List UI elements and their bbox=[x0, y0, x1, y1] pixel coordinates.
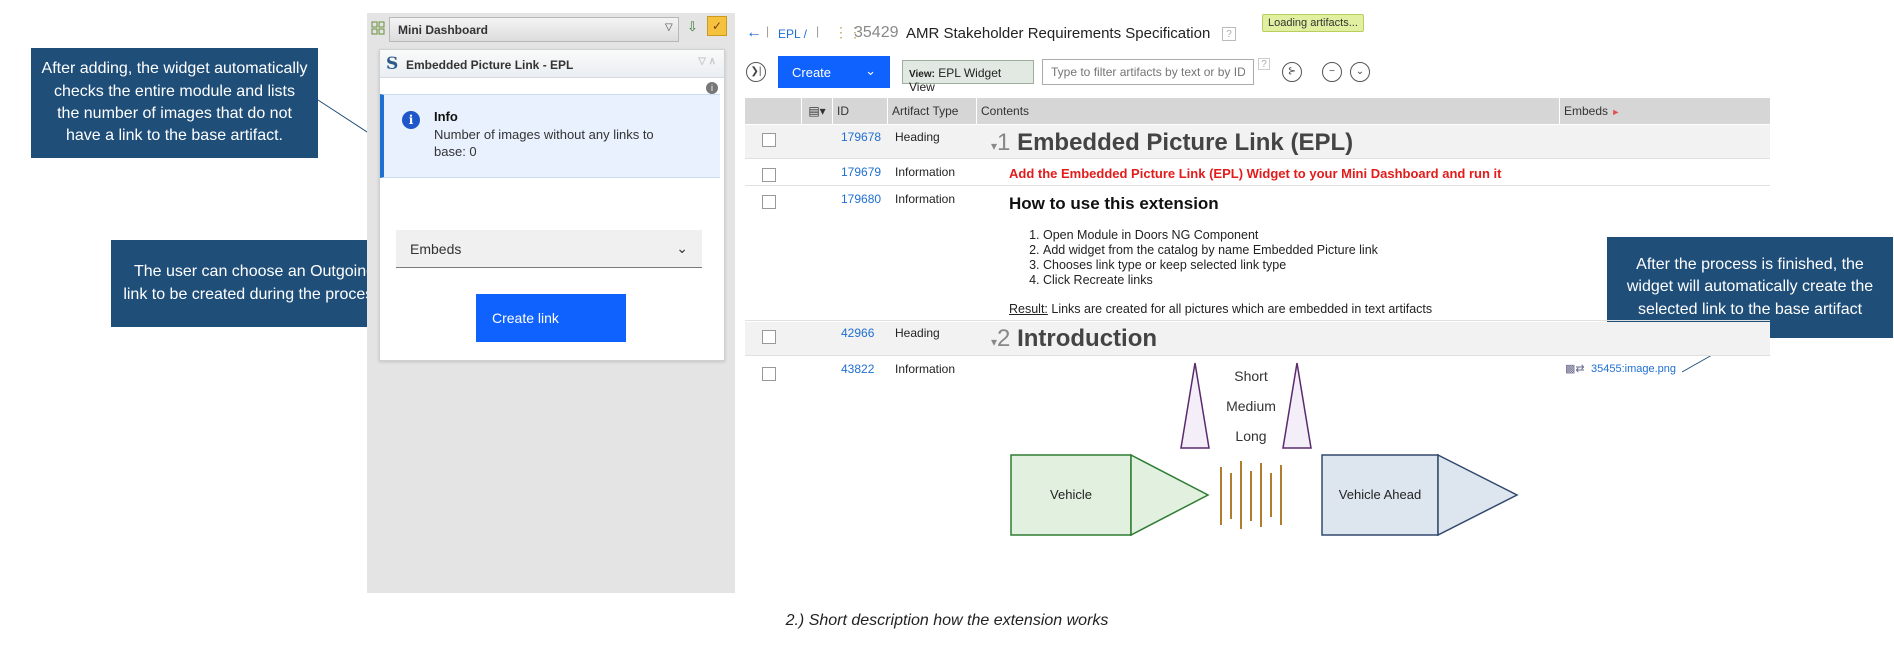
widget-controls-icon[interactable]: ▽ ∧ bbox=[698, 56, 716, 67]
col-header-embeds[interactable]: Embeds ► bbox=[1560, 98, 1770, 124]
row-heading: ▾1 Embedded Picture Link (EPL) bbox=[991, 129, 1354, 156]
grid-header-select bbox=[745, 98, 801, 124]
howto-result: Result: Links are created for all pictur… bbox=[1009, 302, 1433, 316]
collapse-panel-icon[interactable]: ❯| bbox=[746, 62, 766, 82]
radar-waves bbox=[1220, 461, 1282, 529]
link-type-dropdown[interactable]: Embeds ⌄ bbox=[396, 230, 702, 268]
row-type: Information bbox=[895, 192, 956, 206]
info-notification: i Info Number of images without any link… bbox=[380, 94, 720, 178]
row-checkbox[interactable] bbox=[762, 330, 776, 344]
col-header-id[interactable]: ID bbox=[833, 98, 887, 124]
list-item: Open Module in Doors NG Component bbox=[1043, 228, 1378, 243]
row-checkbox[interactable] bbox=[762, 133, 776, 147]
row-id[interactable]: 179679 bbox=[841, 165, 881, 179]
callout-link-choice: The user can choose an Outgoing link to … bbox=[111, 240, 398, 327]
divider: | bbox=[766, 24, 770, 38]
view-selector[interactable]: View: EPL Widget View bbox=[902, 60, 1034, 94]
link-type-value: Embeds bbox=[410, 241, 462, 257]
row-checkbox[interactable] bbox=[762, 195, 776, 209]
row-type: Heading bbox=[895, 326, 940, 340]
dashboard-grid-icon bbox=[371, 21, 385, 35]
view-prefix: View: bbox=[909, 69, 935, 80]
filter-input[interactable] bbox=[1042, 59, 1254, 85]
back-arrow-icon[interactable]: ← bbox=[746, 24, 762, 42]
info-icon: i bbox=[402, 111, 420, 129]
create-button[interactable]: Create ⌄ bbox=[778, 56, 890, 88]
chevron-down-icon: ⌄ bbox=[865, 63, 876, 78]
widget-info-icon[interactable]: i bbox=[706, 82, 718, 94]
row-id[interactable]: 43822 bbox=[841, 362, 874, 376]
callout-widget-check: After adding, the widget automatically c… bbox=[31, 48, 318, 158]
save-icon[interactable]: ⇩ bbox=[687, 19, 698, 35]
col-header-contents[interactable]: Contents bbox=[977, 98, 1559, 124]
help-icon[interactable]: ? bbox=[1222, 27, 1236, 41]
embed-link[interactable]: 35455:image.png bbox=[1591, 363, 1676, 375]
create-link-button[interactable]: Create link bbox=[476, 294, 626, 342]
info-text: Number of images without any links to ba… bbox=[434, 127, 654, 159]
collapse-all-icon[interactable]: − bbox=[1322, 62, 1342, 82]
sensor-beam-right bbox=[1282, 362, 1312, 449]
vehicle-ahead-label: Vehicle Ahead bbox=[1339, 487, 1421, 502]
row-id[interactable]: 42966 bbox=[841, 326, 874, 340]
row-instruction: Add the Embedded Picture Link (EPL) Widg… bbox=[1009, 166, 1502, 181]
link-icon: ▩⇄ bbox=[1565, 363, 1585, 375]
row-heading: ▾2 Introduction bbox=[991, 325, 1158, 352]
breadcrumb[interactable]: EPL / bbox=[778, 27, 807, 41]
label-medium: Medium bbox=[1226, 398, 1276, 414]
epl-widget: S Embedded Picture Link - EPL ▽ ∧ i i In… bbox=[379, 49, 725, 361]
grid-header-menu[interactable]: ▤▾ bbox=[802, 98, 832, 124]
list-item: Add widget from the catalog by name Embe… bbox=[1043, 243, 1378, 258]
list-item: Chooses link type or keep selected link … bbox=[1043, 258, 1378, 273]
vehicle-ahead-nose bbox=[1437, 453, 1519, 537]
chevron-down-icon: ⌄ bbox=[676, 240, 688, 256]
filter-clear-icon[interactable]: ⊱ bbox=[1282, 62, 1302, 82]
row-type: Information bbox=[895, 165, 956, 179]
row-id[interactable]: 179680 bbox=[841, 192, 881, 206]
loading-badge: Loading artifacts... bbox=[1262, 14, 1364, 32]
widget-logo-icon: S bbox=[386, 54, 399, 74]
howto-title: How to use this extension bbox=[1009, 194, 1219, 213]
info-title: Info bbox=[434, 109, 458, 124]
embedded-picture: Short Medium Long Vehicle Vehicle Ahead bbox=[1010, 362, 1519, 537]
figure-caption: 2.) Short description how the extension … bbox=[785, 612, 1109, 629]
module-title: AMR Stakeholder Requirements Specificati… bbox=[906, 25, 1211, 42]
mini-dashboard-panel: Mini Dashboard ▽ ⇩ ✓ S Embedded Picture … bbox=[367, 13, 735, 593]
row-type: Heading bbox=[895, 130, 940, 144]
help-icon[interactable]: ? bbox=[1258, 58, 1270, 70]
label-long: Long bbox=[1235, 428, 1266, 444]
row-checkbox[interactable] bbox=[762, 168, 776, 182]
howto-steps: Open Module in Doors NG Component Add wi… bbox=[1023, 228, 1378, 288]
create-label: Create bbox=[792, 65, 832, 80]
widget-title: Embedded Picture Link - EPL bbox=[406, 58, 574, 72]
widget-header: S Embedded Picture Link - EPL ▽ ∧ bbox=[380, 50, 724, 78]
expand-all-icon[interactable]: ⌄ bbox=[1350, 62, 1370, 82]
expand-column-icon: ► bbox=[1611, 107, 1621, 117]
divider: | bbox=[816, 24, 820, 38]
chevron-down-icon[interactable]: ▽ bbox=[665, 22, 673, 33]
module-id: 35429 bbox=[854, 24, 899, 41]
list-item: Click Recreate links bbox=[1043, 273, 1378, 288]
col-header-type[interactable]: Artifact Type bbox=[888, 98, 976, 124]
row-checkbox[interactable] bbox=[762, 367, 776, 381]
row-id[interactable]: 179678 bbox=[841, 130, 881, 144]
sensor-beam-left bbox=[1180, 362, 1210, 449]
dashboard-select[interactable]: Mini Dashboard bbox=[389, 17, 679, 42]
pin-icon[interactable]: ✓ bbox=[707, 16, 727, 36]
vehicle-nose bbox=[1130, 453, 1210, 537]
label-short: Short bbox=[1234, 368, 1268, 384]
row-type: Information bbox=[895, 362, 956, 376]
vehicle-label: Vehicle bbox=[1050, 487, 1092, 502]
